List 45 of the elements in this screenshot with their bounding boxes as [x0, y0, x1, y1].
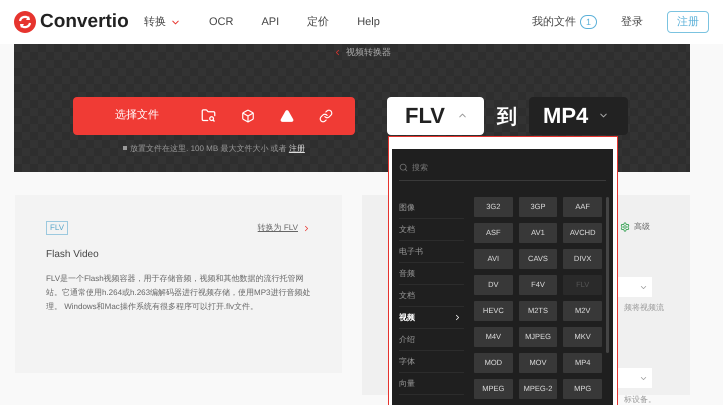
advanced-link[interactable]: 高级 — [634, 221, 650, 233]
drop-hint: 放置文件在这里. 100 MB 最大文件大小 或者 注册 — [73, 142, 355, 154]
nav-link[interactable]: API — [261, 14, 280, 30]
nav-link[interactable]: 转换 — [144, 14, 181, 30]
square-icon — [123, 146, 128, 150]
format-title: Flash Video — [46, 248, 100, 262]
category-item[interactable]: 图像 — [399, 197, 464, 219]
gear-icon[interactable] — [620, 222, 630, 232]
my-files-link[interactable]: 我的文件 — [532, 14, 576, 30]
category-item[interactable]: 音频 — [399, 263, 464, 285]
logo-icon — [14, 11, 36, 33]
breadcrumb-link[interactable]: 视频转换器 — [346, 46, 391, 60]
category-item[interactable]: 字体 — [399, 351, 464, 373]
box-icon[interactable] — [241, 108, 255, 122]
target-format-select[interactable]: MP4 — [529, 96, 628, 134]
nav-link[interactable]: OCR — [209, 14, 234, 30]
back-icon — [333, 48, 342, 58]
convert-link[interactable]: 转换为 FLV — [258, 222, 311, 234]
folder-search-icon[interactable] — [201, 108, 216, 123]
category-item[interactable]: 文档 — [399, 219, 464, 241]
chevron-icon — [302, 224, 311, 232]
category-item[interactable]: 电子书 — [399, 241, 464, 263]
format-description: FLV是一个Flash视频容器，用于存储音频，视频和其他数据的流行托管网站。它通常使用h.264或h.263编解码器进行视频存储，使用MP3进行音频处理。 Windows和Mac操作系统有很多程序可以打开.flv文件。 — [46, 273, 311, 313]
choose-file-button[interactable]: 选择文件 — [115, 107, 159, 124]
category-item[interactable]: 视频 — [399, 307, 464, 329]
link-icon[interactable] — [319, 108, 333, 122]
search-icon — [399, 163, 408, 172]
source-format-select[interactable]: FLV — [387, 96, 484, 134]
help-text: 频将视频流 — [624, 302, 664, 314]
nav-link[interactable]: Help — [357, 14, 380, 30]
nav-link[interactable]: 定价 — [307, 14, 330, 30]
signup-link[interactable]: 注册 — [288, 144, 305, 152]
help-text: 标设备。 — [624, 394, 656, 405]
logo-text: Convertio — [40, 10, 129, 34]
to-label: 到 — [497, 104, 517, 130]
category-item[interactable]: 介绍 — [399, 329, 464, 351]
format-tag: FLV — [46, 221, 68, 235]
files-count-badge: 1 — [580, 15, 597, 29]
category-item[interactable]: 文档 — [399, 285, 464, 307]
chevron-icon — [453, 313, 462, 322]
scrollbar[interactable] — [606, 197, 609, 353]
search-field[interactable]: 搜索 — [399, 155, 606, 181]
triangle-icon[interactable] — [280, 108, 294, 122]
login-link[interactable]: 登录 — [621, 14, 643, 30]
category-item[interactable]: 向量 — [399, 373, 464, 395]
